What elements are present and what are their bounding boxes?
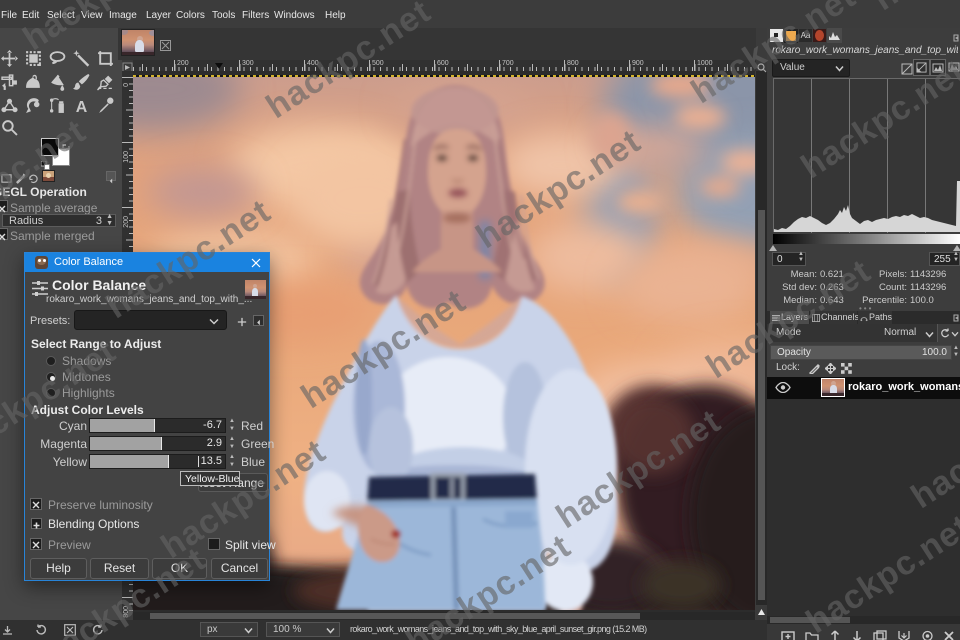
svg-text:A: A [76, 99, 88, 114]
